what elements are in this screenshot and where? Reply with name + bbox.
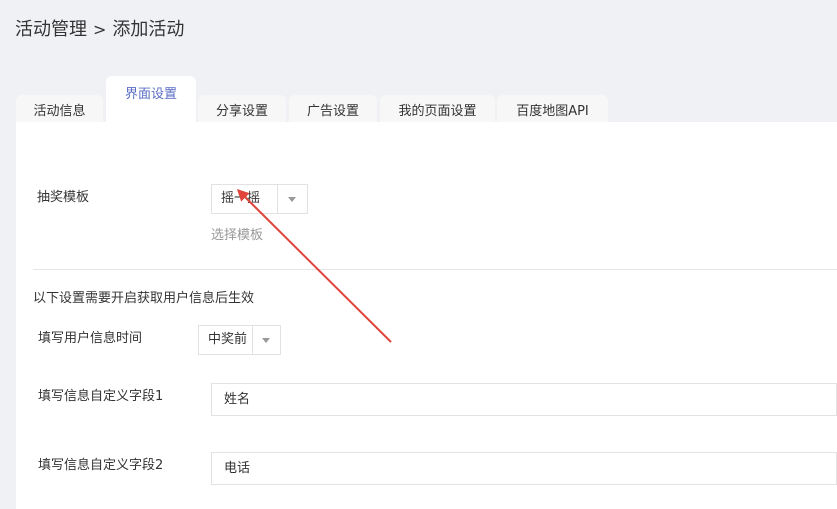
tab-activity-info[interactable]: 活动信息 xyxy=(16,95,103,122)
lottery-template-value: 摇一摇 xyxy=(212,185,278,213)
lottery-template-help: 选择模板 xyxy=(211,228,264,243)
tab-bar: 活动信息 界面设置 分享设置 广告设置 我的页面设置 百度地图API xyxy=(0,0,837,122)
fill-time-value: 中奖前 xyxy=(199,326,253,354)
chevron-down-icon[interactable] xyxy=(277,185,307,213)
tab-ad-settings[interactable]: 广告设置 xyxy=(289,95,377,122)
fill-time-select[interactable]: 中奖前 xyxy=(198,325,281,355)
lottery-template-select[interactable]: 摇一摇 xyxy=(211,184,308,214)
custom-field-2-label: 填写信息自定义字段2 xyxy=(38,458,164,473)
user-info-note: 以下设置需要开启获取用户信息后生效 xyxy=(33,291,255,306)
settings-panel: 抽奖模板 摇一摇 选择模板 以下设置需要开启获取用户信息后生效 填写用户信息时间… xyxy=(16,122,837,509)
tab-baidu-map-api[interactable]: 百度地图API xyxy=(497,95,608,122)
section-divider xyxy=(33,269,837,270)
lottery-template-label: 抽奖模板 xyxy=(37,190,90,205)
custom-field-1-input[interactable]: 姓名 xyxy=(211,383,837,416)
tab-ui-settings[interactable]: 界面设置 xyxy=(106,76,196,122)
custom-field-1-label: 填写信息自定义字段1 xyxy=(38,389,164,404)
tab-share-settings[interactable]: 分享设置 xyxy=(198,95,286,122)
tab-my-page-settings[interactable]: 我的页面设置 xyxy=(380,95,495,122)
fill-time-label: 填写用户信息时间 xyxy=(38,331,143,346)
chevron-down-icon[interactable] xyxy=(252,326,280,354)
custom-field-2-input[interactable]: 电话 xyxy=(211,452,837,485)
